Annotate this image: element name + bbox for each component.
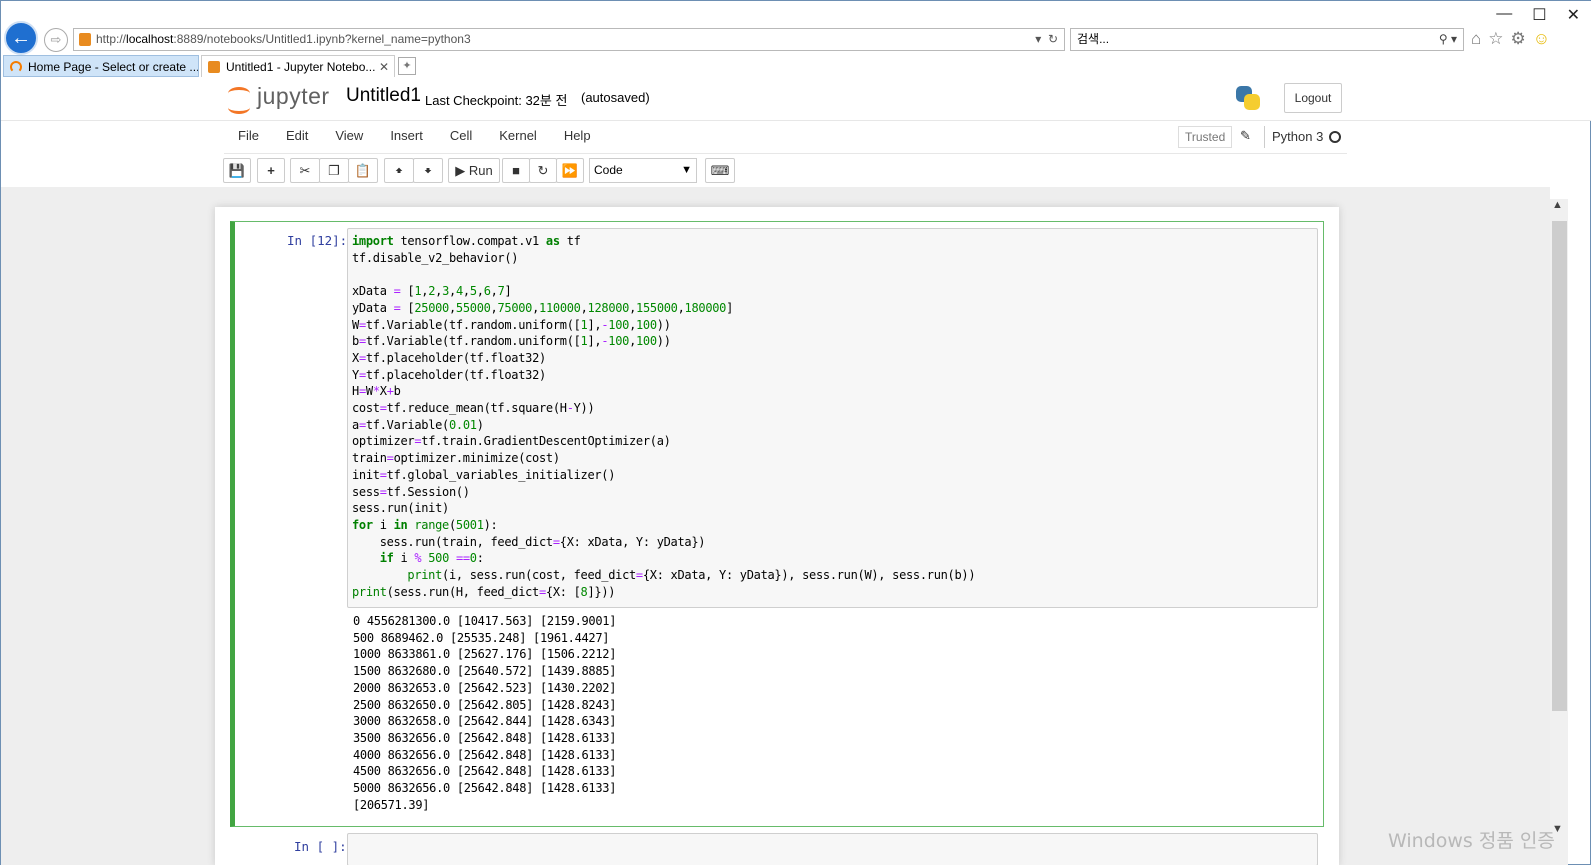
window-controls: — ☐ ✕: [1496, 5, 1580, 25]
kernel-idle-icon: [1329, 131, 1341, 143]
browser-tools: ⌂ ☆ ⚙ ☺: [1471, 29, 1550, 49]
menu-cell[interactable]: Cell: [436, 122, 485, 154]
add-cell-icon[interactable]: +: [257, 158, 285, 183]
autosave-status: (autosaved): [581, 90, 650, 105]
last-checkpoint: Last Checkpoint: 32분 전: [425, 93, 568, 108]
keyboard-icon[interactable]: ⌨: [705, 158, 735, 183]
back-arrow-icon[interactable]: ←: [4, 21, 38, 55]
menu-insert[interactable]: Insert: [376, 122, 436, 154]
input-prompt-empty: In [ ]:: [294, 839, 347, 854]
save-icon[interactable]: 💾: [223, 158, 251, 183]
refresh-icon[interactable]: ↻: [1048, 32, 1058, 46]
close-icon[interactable]: ✕: [1567, 5, 1580, 25]
search-input[interactable]: 검색... ⚲ ▾: [1070, 28, 1464, 51]
logout-button[interactable]: Logout: [1284, 83, 1342, 113]
url-host: localhost: [126, 32, 174, 46]
page-icon: [79, 33, 91, 46]
windows-activation-watermark: Windows 정품 인증: [1388, 830, 1555, 852]
jupyter-tab-icon: [10, 61, 22, 73]
run-label: Run: [468, 163, 493, 178]
minimize-icon[interactable]: —: [1496, 5, 1512, 25]
new-tab-icon[interactable]: ✦: [398, 57, 416, 75]
empty-code-input[interactable]: [347, 833, 1318, 865]
scrollbar-thumb[interactable]: [1552, 221, 1567, 711]
menu-kernel[interactable]: Kernel: [485, 122, 550, 154]
step-forward-icon: ▶​: [455, 163, 466, 178]
menu-edit[interactable]: Edit: [272, 122, 321, 154]
menu-help[interactable]: Help: [550, 122, 604, 154]
kernel-name: Python 3: [1264, 126, 1323, 148]
address-bar[interactable]: http://localhost:8889/notebooks/Untitled…: [73, 28, 1065, 51]
chevron-down-icon[interactable]: ▾: [1451, 32, 1457, 46]
input-prompt: In [12]:: [287, 233, 348, 248]
chevron-down-icon: ▼: [681, 164, 692, 176]
move-down-icon[interactable]: 🠻: [413, 158, 443, 183]
cell-type-select[interactable]: Code ▼: [589, 158, 697, 183]
fast-forward-icon[interactable]: ⏩: [556, 158, 584, 183]
menu-view[interactable]: View: [321, 122, 376, 154]
page-tab-icon: [208, 61, 220, 73]
tab-untitled1[interactable]: Untitled1 - Jupyter Notebo... ✕: [201, 55, 395, 77]
smiley-icon[interactable]: ☺: [1533, 29, 1550, 49]
run-button[interactable]: ▶​ Run: [448, 158, 500, 183]
jupyter-logo-icon[interactable]: [226, 84, 254, 114]
dropdown-icon[interactable]: ▾: [1035, 32, 1041, 46]
tab-label: Home Page - Select or create ...: [28, 60, 199, 74]
search-icon[interactable]: ⚲: [1439, 32, 1448, 46]
search-placeholder: 검색...: [1077, 32, 1110, 46]
python-logo-icon: [1234, 84, 1262, 112]
url-rest: :8889/notebooks/Untitled1.ipynb?kernel_n…: [173, 32, 471, 46]
tab-home-page[interactable]: Home Page - Select or create ...: [3, 55, 199, 77]
pencil-icon[interactable]: ✎: [1240, 128, 1251, 144]
maximize-icon[interactable]: ☐: [1532, 5, 1546, 25]
jupyter-header: jupyter Untitled1 Last Checkpoint: 32분 전…: [1, 77, 1591, 121]
paste-icon[interactable]: 📋: [348, 158, 378, 183]
url-prefix: http://: [96, 32, 127, 46]
restart-icon[interactable]: ↻: [529, 158, 557, 183]
browser-nav-bar: ← ⇨ http://localhost:8889/notebooks/Unti…: [1, 1, 1591, 55]
copy-icon[interactable]: ❐: [319, 158, 349, 183]
move-up-icon[interactable]: 🠹: [384, 158, 414, 183]
scroll-up-icon[interactable]: ▲: [1552, 199, 1563, 211]
cell-output: 0 4556281300.0 [10417.563] [2159.9001] 5…: [353, 614, 617, 812]
jupyter-wordmark[interactable]: jupyter: [257, 83, 330, 110]
notebook-title[interactable]: Untitled1: [346, 85, 421, 107]
menubar: File Edit View Insert Cell Kernel Help T…: [224, 122, 1347, 154]
trusted-indicator[interactable]: Trusted: [1178, 126, 1233, 148]
forward-arrow-icon[interactable]: ⇨: [44, 28, 68, 52]
star-icon[interactable]: ☆: [1488, 29, 1503, 49]
tab-close-icon[interactable]: ✕: [379, 56, 389, 77]
cut-icon[interactable]: ✂: [290, 158, 320, 183]
menu-file[interactable]: File: [224, 122, 272, 154]
stop-icon[interactable]: ■: [502, 158, 530, 183]
code-editor[interactable]: import tensorflow.compat.v1 as tf tf.dis…: [352, 233, 976, 600]
cell-type-value: Code: [594, 163, 623, 177]
tab-label: Untitled1 - Jupyter Notebo...: [226, 60, 376, 74]
tab-strip: Home Page - Select or create ... Untitle…: [1, 55, 1591, 77]
gear-icon[interactable]: ⚙: [1511, 29, 1526, 49]
home-icon[interactable]: ⌂: [1471, 29, 1481, 49]
